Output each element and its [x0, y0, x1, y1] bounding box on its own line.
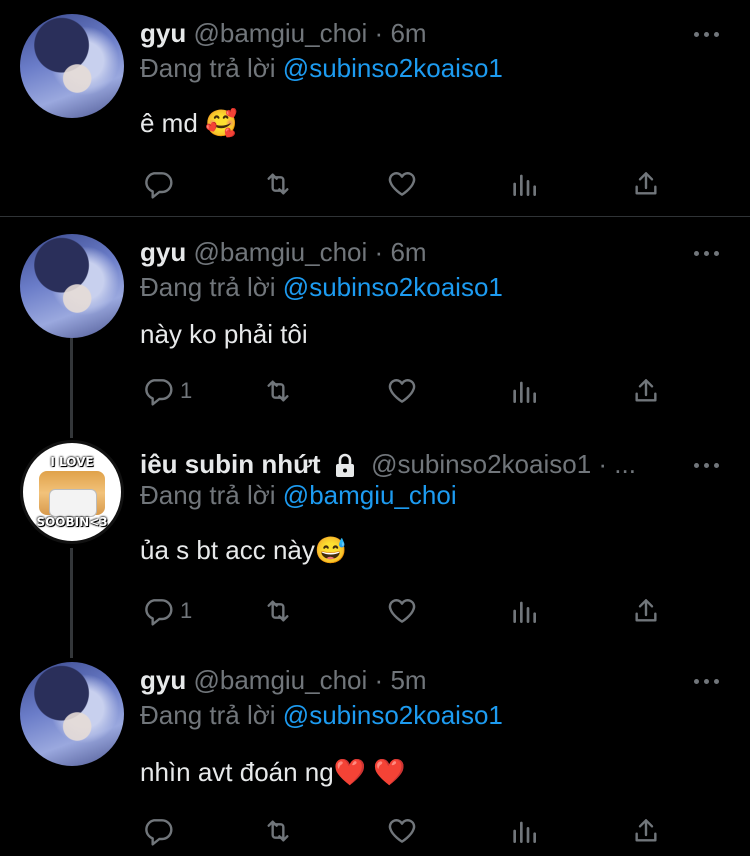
timestamp[interactable]: 6m	[390, 18, 426, 48]
reply-icon	[145, 819, 173, 846]
action-bar: 1	[0, 591, 750, 631]
display-name[interactable]: gyu	[140, 237, 186, 267]
action-bar	[0, 811, 750, 851]
share-button[interactable]	[630, 591, 662, 631]
like-button[interactable]	[386, 811, 418, 851]
more-icon[interactable]	[694, 671, 724, 691]
tweet[interactable]: gyu @bamgiu_choi · 6m Đang trả lời @subi…	[0, 0, 750, 216]
like-button[interactable]	[386, 164, 418, 204]
separator: ·	[374, 237, 384, 267]
action-bar	[0, 164, 750, 204]
reply-prefix: Đang trả lời	[140, 53, 276, 83]
display-name[interactable]: iêu subin nhứt	[140, 449, 321, 479]
views-icon	[513, 381, 536, 403]
views-button[interactable]	[508, 811, 540, 851]
tweet-text: này ko phải tôi	[140, 319, 308, 349]
views-icon	[513, 821, 536, 843]
reply-icon	[145, 379, 173, 406]
share-button[interactable]	[630, 164, 662, 204]
separator: ·	[374, 18, 384, 48]
tweet-header: gyu @bamgiu_choi · 5m	[140, 665, 427, 695]
timestamp[interactable]: 5m	[390, 665, 426, 695]
reply-button[interactable]	[142, 811, 180, 851]
reply-icon	[145, 172, 173, 199]
avatar-mask	[49, 489, 97, 517]
views-button[interactable]	[508, 371, 540, 411]
avatar-text-top: I LOVE	[50, 455, 94, 469]
handle[interactable]: @bamgiu_choi	[193, 665, 367, 695]
retweet-button[interactable]	[262, 371, 294, 411]
views-button[interactable]	[508, 591, 540, 631]
reply-button[interactable]: 1	[142, 371, 192, 411]
retweet-button[interactable]	[262, 591, 294, 631]
tweet-text: ủa s bt acc này😅	[140, 535, 348, 565]
share-button[interactable]	[630, 371, 662, 411]
reply-button[interactable]: 1	[142, 591, 192, 631]
views-icon	[513, 601, 536, 623]
reply-button[interactable]	[142, 164, 180, 204]
share-icon	[635, 599, 657, 622]
reply-mention[interactable]: @bamgiu_choi	[283, 480, 457, 510]
separator: ·	[374, 665, 384, 695]
handle[interactable]: @subinso2koaiso1 · ...	[371, 449, 636, 479]
like-icon	[388, 379, 416, 403]
reply-context: Đang trả lời @subinso2koaiso1	[140, 52, 503, 84]
reply-mention[interactable]: @subinso2koaiso1	[283, 700, 503, 730]
retweet-button[interactable]	[262, 811, 294, 851]
tweet-header: gyu @bamgiu_choi · 6m	[140, 237, 427, 267]
like-button[interactable]	[386, 591, 418, 631]
reply-prefix: Đang trả lời	[140, 480, 276, 510]
retweet-icon	[267, 173, 289, 195]
retweet-icon	[267, 380, 289, 402]
views-button[interactable]	[508, 164, 540, 204]
like-button[interactable]	[386, 371, 418, 411]
reply-context: Đang trả lời @bamgiu_choi	[140, 479, 457, 511]
retweet-icon	[267, 600, 289, 622]
reply-context: Đang trả lời @subinso2koaiso1	[140, 699, 503, 731]
share-button[interactable]	[630, 811, 662, 851]
tweet-header: gyu @bamgiu_choi · 6m	[140, 18, 427, 48]
lock-icon	[334, 453, 356, 479]
tweet[interactable]: gyu @bamgiu_choi · 6m Đang trả lời @subi…	[0, 217, 750, 437]
reply-count: 1	[180, 378, 193, 403]
share-icon	[635, 819, 657, 842]
more-icon[interactable]	[694, 243, 724, 263]
reply-prefix: Đang trả lời	[140, 700, 276, 730]
avatar[interactable]	[20, 234, 124, 338]
reply-prefix: Đang trả lời	[140, 272, 276, 302]
share-icon	[635, 172, 657, 195]
like-icon	[388, 172, 416, 196]
avatar[interactable]: I LOVE SOOBIN<3	[20, 440, 124, 544]
timestamp[interactable]: 6m	[390, 237, 426, 267]
display-name[interactable]: gyu	[140, 665, 186, 695]
tweet-text: nhìn avt đoán ng❤️ ❤️	[140, 757, 406, 787]
reply-icon	[145, 599, 173, 626]
avatar-text-bottom: SOOBIN<3	[36, 515, 108, 529]
reply-mention[interactable]: @subinso2koaiso1	[283, 272, 503, 302]
tweet[interactable]: gyu @bamgiu_choi · 5m Đang trả lời @subi…	[0, 657, 750, 856]
more-icon[interactable]	[694, 24, 724, 44]
display-name[interactable]: gyu	[140, 18, 186, 48]
reply-count: 1	[180, 598, 193, 623]
retweet-button[interactable]	[262, 164, 294, 204]
tweet-header: iêu subin nhứt @subinso2koaiso1 · ...	[140, 449, 636, 479]
handle[interactable]: @bamgiu_choi	[193, 18, 367, 48]
handle[interactable]: @bamgiu_choi	[193, 237, 367, 267]
avatar[interactable]	[20, 14, 124, 118]
like-icon	[388, 819, 416, 843]
reply-context: Đang trả lời @subinso2koaiso1	[140, 271, 503, 303]
tweet-text: ê md 🥰	[140, 108, 238, 138]
avatar[interactable]	[20, 662, 124, 766]
reply-mention[interactable]: @subinso2koaiso1	[283, 53, 503, 83]
action-bar: 1	[0, 371, 750, 411]
retweet-icon	[267, 820, 289, 842]
more-icon[interactable]	[694, 455, 724, 475]
like-icon	[388, 599, 416, 623]
tweet[interactable]: I LOVE SOOBIN<3 iêu subin nhứt @subinso2…	[0, 437, 750, 657]
share-icon	[635, 379, 657, 402]
views-icon	[513, 174, 536, 196]
